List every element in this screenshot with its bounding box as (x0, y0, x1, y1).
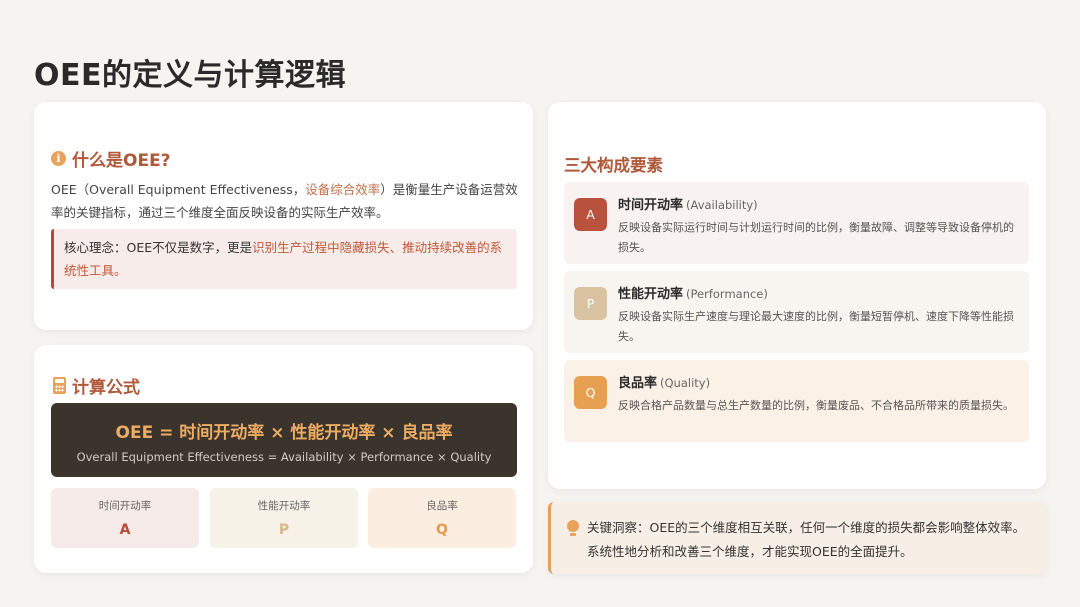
element-name: 性能开动率 (Performance) (618, 283, 768, 302)
element-name-en: (Performance) (686, 287, 768, 301)
element-name-cn: 良品率 (618, 376, 658, 391)
element-name-cn: 性能开动率 (618, 287, 684, 302)
element-name: 良品率 (Quality) (618, 372, 710, 391)
info-icon: i (51, 151, 66, 166)
key-insight-callout: 关键洞察：OEE的三个维度相互关联，任何一个维度的损失都会影响整体效率。系统性地… (548, 502, 1046, 574)
factor-label: 时间开动率 (98, 500, 152, 512)
formula-box: OEE = 时间开动率 × 性能开动率 × 良品率 Overall Equipm… (51, 403, 517, 477)
calculator-icon (53, 377, 66, 394)
factor-letter: P (278, 522, 290, 538)
factor-label: 性能开动率 (257, 500, 311, 512)
formula-card: 计算公式 OEE = 时间开动率 × 性能开动率 × 良品率 Overall E… (34, 345, 533, 573)
lightbulb-icon (567, 520, 579, 536)
element-name: 时间开动率 (Availability) (618, 194, 758, 213)
intro-highlight: 设备综合效率 (305, 182, 381, 197)
factor-label: 良品率 (426, 500, 458, 512)
factor-letter: A (119, 522, 131, 538)
element-availability: A 时间开动率 (Availability) 反映设备实际运行时间与计划运行时间的… (564, 182, 1029, 264)
core-text: 核心理念：OEE不仅是数字，更是 (64, 240, 253, 255)
element-description: 反映设备实际运行时间与计划运行时间的比例，衡量故障、调整等导致设备停机的损失。 (618, 221, 1014, 254)
element-quality: Q 良品率 (Quality) 反映合格产品数量与总生产数量的比例，衡量废品、不合… (564, 360, 1029, 442)
element-name-en: (Availability) (686, 198, 758, 212)
core-concept-callout: 核心理念：OEE不仅是数字，更是识别生产过程中隐藏损失、推动持续改善的系统性工具… (51, 229, 517, 289)
element-performance: P 性能开动率 (Performance) 反映设备实际生产速度与理论最大速度的比… (564, 271, 1029, 353)
element-badge: P (574, 287, 607, 320)
what-is-oee-card: i 什么是OEE? OEE（Overall Equipment Effectiv… (34, 102, 533, 330)
element-badge: A (574, 198, 607, 231)
element-name-en: (Quality) (660, 376, 711, 390)
what-heading-text: 什么是OEE? (72, 151, 171, 171)
three-elements-card: 三大构成要素 A 时间开动率 (Availability) 反映设备实际运行时间与… (548, 102, 1046, 489)
factor-letter: Q (436, 522, 448, 538)
oee-intro: OEE（Overall Equipment Effectiveness，设备综合… (51, 178, 521, 224)
element-badge: Q (574, 376, 607, 409)
element-description: 反映合格产品数量与总生产数量的比例，衡量废品、不合格品所带来的质量损失。 (618, 399, 1014, 412)
what-heading: i 什么是OEE? (51, 146, 171, 171)
formula-heading-text: 计算公式 (72, 378, 140, 398)
intro-text-a: OEE（Overall Equipment Effectiveness， (51, 182, 306, 197)
element-name-cn: 时间开动率 (618, 198, 684, 213)
factor-box-q: 良品率 Q (368, 488, 516, 548)
page-title: OEE的定义与计算逻辑 (34, 58, 346, 93)
factor-box-a: 时间开动率 A (51, 488, 199, 548)
insight-text: 关键洞察：OEE的三个维度相互关联，任何一个维度的损失都会影响整体效率。系统性地… (587, 520, 1026, 559)
factor-box-p: 性能开动率 P (210, 488, 358, 548)
formula-english: Overall Equipment Effectiveness = Availa… (76, 450, 492, 464)
formula-main: OEE = 时间开动率 × 性能开动率 × 良品率 (115, 423, 453, 443)
formula-heading: 计算公式 (53, 373, 140, 398)
element-description: 反映设备实际生产速度与理论最大速度的比例，衡量短暂停机、速度下降等性能损失。 (618, 310, 1014, 343)
elements-heading: 三大构成要素 (564, 156, 663, 175)
